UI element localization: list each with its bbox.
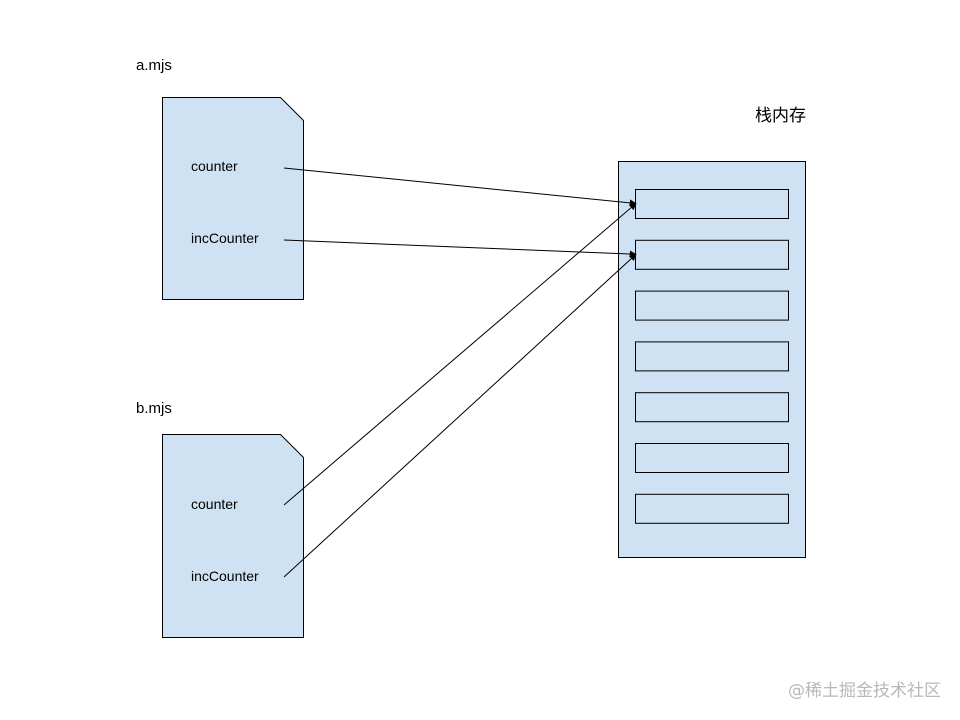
memory-slot-2 (635, 239, 789, 270)
module-a-export-inccounter: incCounter (191, 230, 259, 246)
module-a-file (162, 97, 304, 300)
stack-memory-title: 栈内存 (755, 106, 806, 126)
memory-slot-5 (635, 392, 789, 423)
watermark: @稀土掘金技术社区 (788, 681, 941, 701)
reference-arrow-4 (283, 253, 637, 578)
reference-arrow-3 (283, 203, 637, 506)
module-a-export-counter: counter (191, 158, 238, 174)
module-a-label: a.mjs (136, 57, 172, 74)
memory-slot-1 (635, 189, 789, 219)
module-b-export-inccounter: incCounter (191, 568, 259, 584)
memory-slot-7 (635, 493, 789, 524)
memory-slot-4 (635, 341, 789, 372)
reference-arrow-1 (283, 167, 637, 207)
reference-arrow-2 (283, 239, 637, 258)
module-b-export-counter: counter (191, 496, 238, 512)
module-b-file (162, 434, 304, 638)
diagram-canvas: a.mjs counter incCounter b.mjs counter i… (136, 57, 941, 701)
memory-slot-3 (635, 290, 789, 321)
memory-slot-6 (635, 443, 789, 473)
module-b-label: b.mjs (136, 400, 172, 417)
